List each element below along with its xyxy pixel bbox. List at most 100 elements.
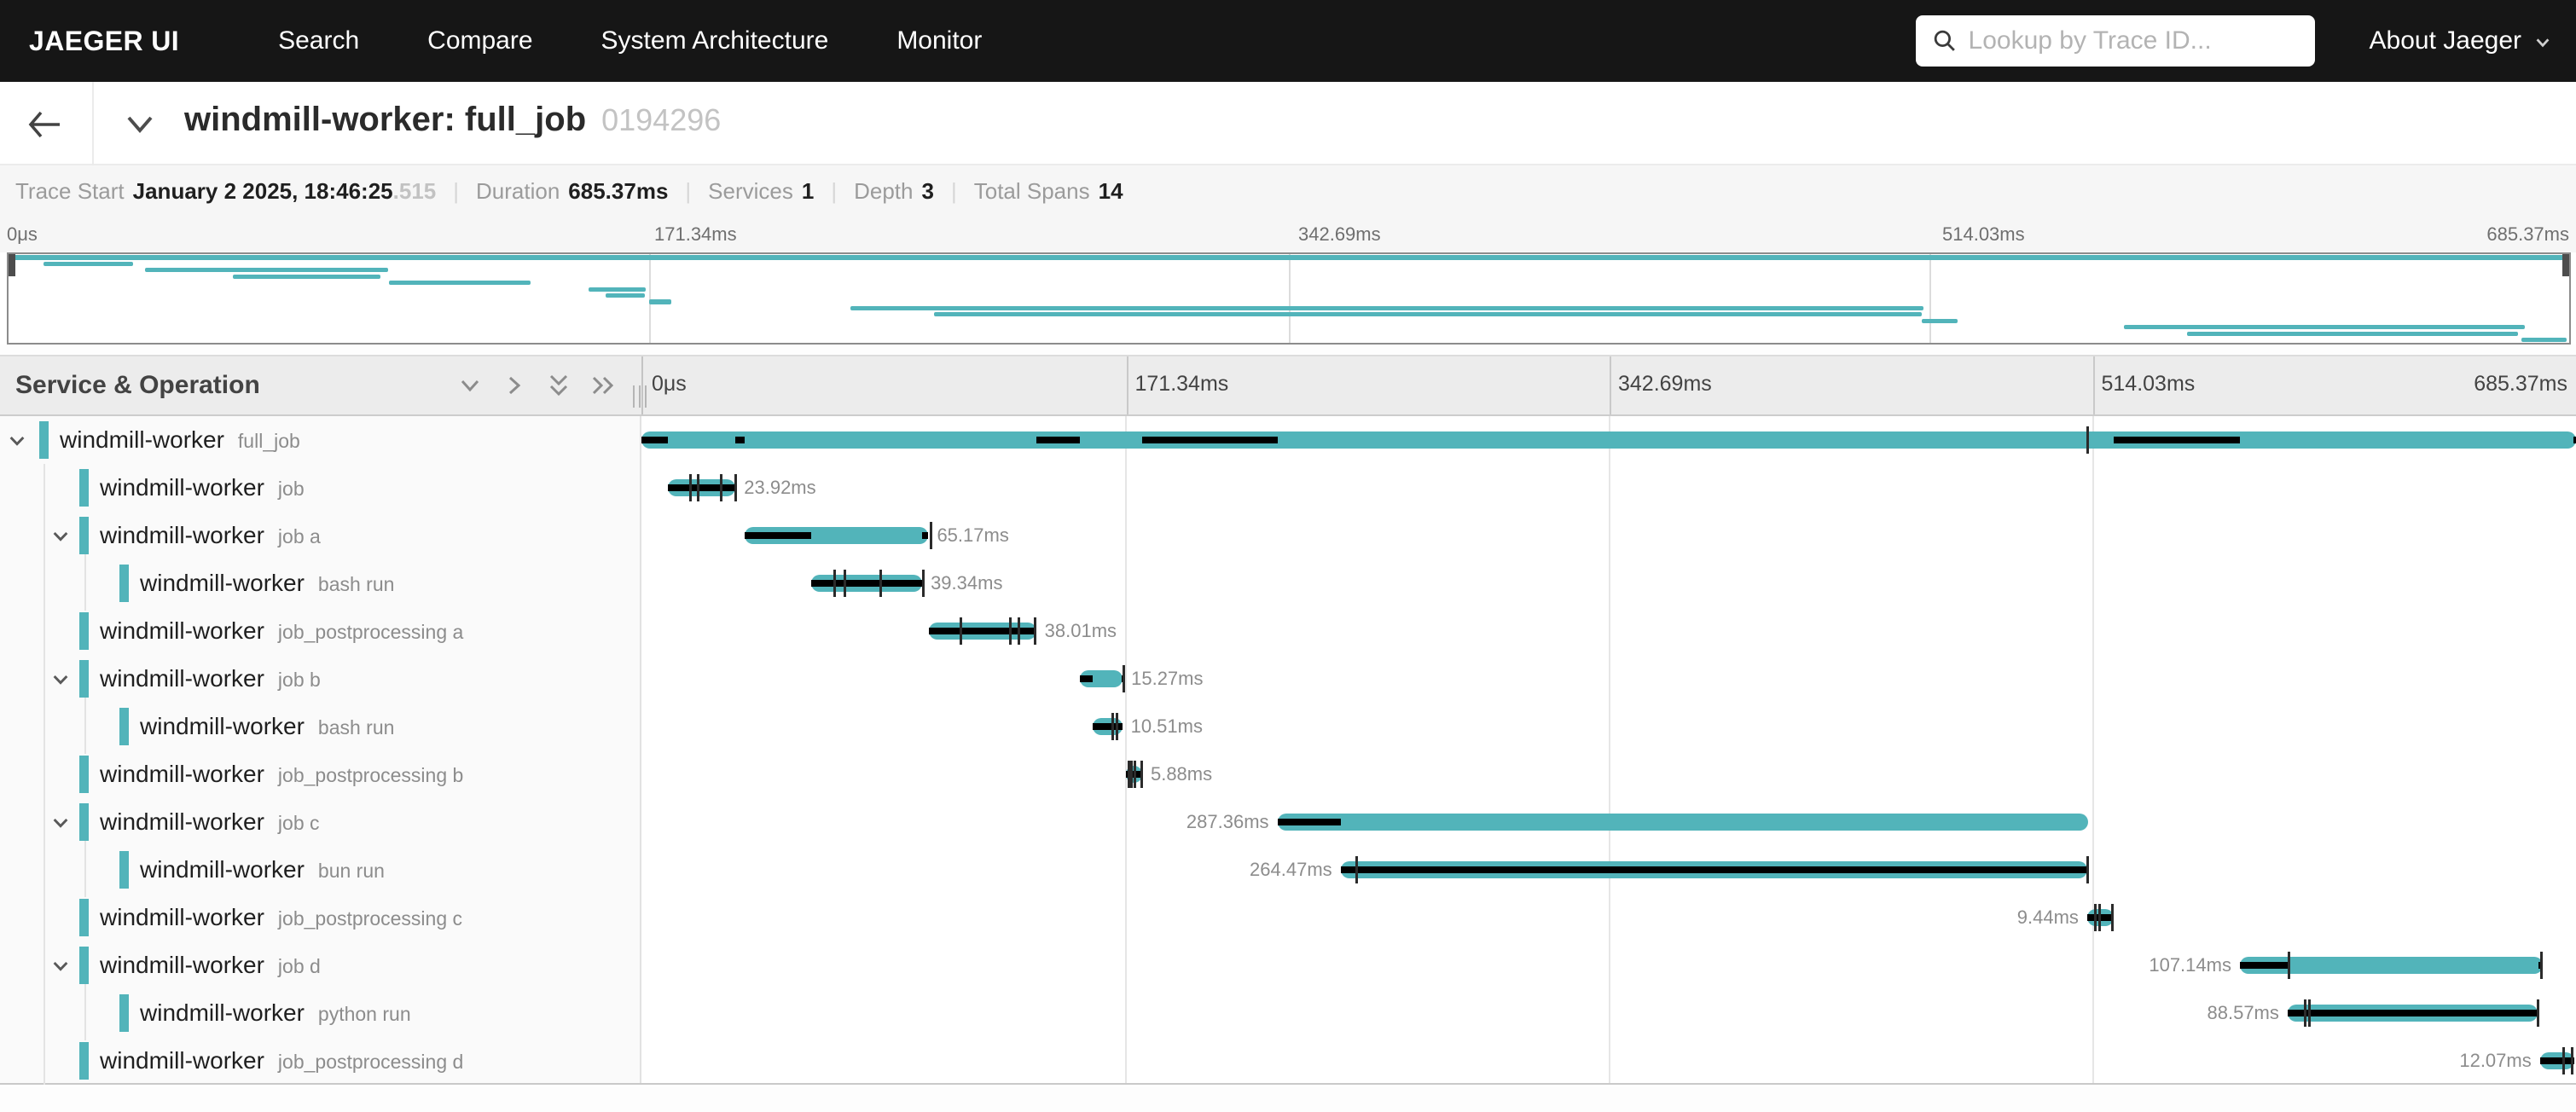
span-log-marker[interactable] (833, 570, 836, 597)
span-name-cell[interactable]: windmill-workerjob_postprocessing b (0, 750, 641, 798)
span-duration-bar[interactable] (641, 431, 2576, 449)
nav-item-system-architecture[interactable]: System Architecture (601, 26, 829, 55)
span-log-marker[interactable] (2094, 904, 2097, 931)
span-name-cell[interactable]: windmill-workerjob a (0, 512, 641, 559)
span-log-marker[interactable] (2540, 952, 2543, 979)
trace-start-value: January 2 2025, 18:46:25.515 (133, 178, 437, 205)
span-log-marker[interactable] (922, 570, 925, 597)
span-track[interactable]: 88.57ms (641, 989, 2576, 1037)
span-name-cell[interactable]: windmill-workerbash run (0, 703, 641, 750)
span-collapse-chevron[interactable] (50, 526, 71, 547)
span-name-cell[interactable]: windmill-workerjob d (0, 941, 641, 989)
minimap-right-scrubber[interactable] (2562, 254, 2569, 276)
trace-minimap[interactable] (7, 252, 2571, 345)
span-log-marker[interactable] (2098, 904, 2101, 931)
span-duration-bar[interactable] (1278, 814, 2089, 831)
expand-one-button[interactable] (492, 367, 537, 404)
span-name-cell[interactable]: windmill-workerbun run (0, 846, 641, 894)
span-track[interactable]: 287.36ms (641, 798, 2576, 846)
span-log-marker[interactable] (1134, 761, 1136, 788)
span-log-marker[interactable] (1034, 617, 1036, 645)
critical-path-segment (668, 484, 735, 491)
span-track[interactable]: 9.44ms (641, 894, 2576, 941)
span-log-marker[interactable] (1009, 617, 1012, 645)
span-name-cell[interactable]: windmill-workerjob (0, 464, 641, 512)
minimap-gridline (1289, 254, 1291, 343)
span-log-marker[interactable] (844, 570, 846, 597)
span-name-cell[interactable]: windmill-workerjob c (0, 798, 641, 846)
app-logo[interactable]: JAEGER UI (29, 26, 179, 57)
trace-lookup-input[interactable] (1969, 26, 2298, 55)
span-track[interactable] (641, 416, 2576, 464)
span-name-text: windmill-workerjob b (100, 655, 321, 703)
nav-item-search[interactable]: Search (278, 26, 359, 55)
ruler-tick-label: 171.34ms (1135, 372, 1229, 397)
chevron-right-icon (503, 374, 525, 397)
span-log-marker[interactable] (2571, 1047, 2573, 1074)
span-log-marker[interactable] (960, 617, 962, 645)
collapse-all-button[interactable] (537, 367, 581, 404)
span-track[interactable]: 12.07ms (641, 1037, 2576, 1085)
span-collapse-chevron[interactable] (50, 669, 71, 690)
span-log-marker[interactable] (2308, 999, 2311, 1027)
critical-path-segment (1278, 819, 1341, 825)
span-track[interactable]: 65.17ms (641, 512, 2576, 559)
span-track[interactable]: 10.51ms (641, 703, 2576, 750)
minimap-tick-label: 171.34ms (654, 223, 737, 246)
span-log-marker[interactable] (697, 474, 699, 501)
span-collapse-chevron[interactable] (50, 956, 71, 976)
span-name-cell[interactable]: windmill-workerpython run (0, 989, 641, 1037)
span-track[interactable]: 39.34ms (641, 559, 2576, 607)
span-row: windmill-workerjob_postprocessing a38.01… (0, 607, 2576, 655)
span-track[interactable]: 5.88ms (641, 750, 2576, 798)
span-operation-name: bun run (318, 847, 385, 895)
trace-lookup-box[interactable] (1916, 15, 2315, 67)
collapse-one-button[interactable] (448, 367, 492, 404)
span-log-marker[interactable] (734, 474, 737, 501)
span-log-marker[interactable] (1355, 856, 1358, 883)
span-name-cell[interactable]: windmill-workerfull_job (0, 416, 641, 464)
span-log-marker[interactable] (1123, 665, 1125, 692)
span-log-marker[interactable] (1018, 617, 1020, 645)
span-service-name: windmill-worker (100, 798, 264, 846)
trace-collapse-toggle[interactable] (121, 107, 159, 142)
span-log-marker[interactable] (1140, 761, 1143, 788)
span-log-marker[interactable] (720, 474, 722, 501)
span-name-cell[interactable]: windmill-workerjob b (0, 655, 641, 703)
span-log-marker[interactable] (1111, 713, 1114, 740)
span-log-marker[interactable] (689, 474, 692, 501)
span-log-marker[interactable] (2086, 426, 2089, 454)
minimap-span-bar (233, 275, 380, 279)
nav-item-monitor[interactable]: Monitor (896, 26, 982, 55)
span-log-marker[interactable] (1116, 713, 1118, 740)
back-button[interactable] (20, 102, 68, 147)
span-collapse-chevron[interactable] (50, 813, 71, 833)
about-jaeger-menu[interactable]: About Jaeger (2370, 26, 2552, 55)
span-track[interactable]: 264.47ms (641, 846, 2576, 894)
service-color-block (119, 994, 129, 1032)
span-log-marker[interactable] (2111, 904, 2114, 931)
timeline-header-left: Service & Operation (0, 356, 641, 414)
span-track[interactable]: 15.27ms (641, 655, 2576, 703)
minimap-span-bar (389, 281, 531, 285)
nav-item-compare[interactable]: Compare (427, 26, 532, 55)
span-log-marker[interactable] (1128, 761, 1130, 788)
span-track[interactable]: 23.92ms (641, 464, 2576, 512)
minimap-left-scrubber[interactable] (9, 254, 15, 276)
expand-all-button[interactable] (581, 367, 625, 404)
span-log-marker[interactable] (2304, 999, 2306, 1027)
span-log-marker[interactable] (930, 522, 932, 549)
span-log-marker[interactable] (2562, 1047, 2565, 1074)
span-log-marker[interactable] (2537, 999, 2539, 1027)
span-collapse-chevron[interactable] (7, 431, 27, 451)
span-track[interactable]: 38.01ms (641, 607, 2576, 655)
trace-info-bar: Trace Start January 2 2025, 18:46:25.515… (0, 165, 2576, 217)
span-log-marker[interactable] (879, 570, 882, 597)
span-track[interactable]: 107.14ms (641, 941, 2576, 989)
span-name-cell[interactable]: windmill-workerjob_postprocessing d (0, 1037, 641, 1085)
span-log-marker[interactable] (2288, 952, 2290, 979)
span-name-cell[interactable]: windmill-workerbash run (0, 559, 641, 607)
span-log-marker[interactable] (2086, 856, 2089, 883)
span-name-cell[interactable]: windmill-workerjob_postprocessing c (0, 894, 641, 941)
span-name-cell[interactable]: windmill-workerjob_postprocessing a (0, 607, 641, 655)
